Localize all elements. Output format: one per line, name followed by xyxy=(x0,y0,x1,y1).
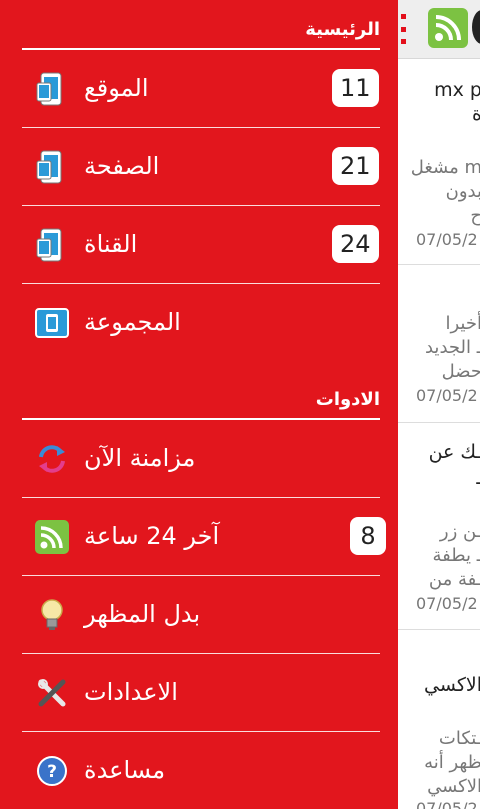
profile-avatar[interactable] xyxy=(472,10,480,44)
drawer-item-label: مزامنة الآن xyxy=(84,440,195,476)
drawer-item-label: آخر 24 ساعة xyxy=(84,518,219,554)
sync-icon xyxy=(32,439,72,479)
article-snippet: الاكسي xyxy=(427,775,480,798)
article-snippet: ح xyxy=(470,204,480,227)
article-title: ـ xyxy=(476,466,480,490)
navigation-drawer: الرئيسية الموقع 11 الصفحة 21 القناة 24 ا… xyxy=(0,0,398,809)
drawer-item-sync-now[interactable]: مزامنة الآن xyxy=(22,420,380,498)
article-snippet: أخيرا xyxy=(446,312,480,335)
unread-count-badge: 24 xyxy=(332,225,379,263)
section-header-main: الرئيسية xyxy=(22,2,380,50)
drawer-item-label: الموقع xyxy=(84,70,149,106)
article-item[interactable]: الاكسي ـتكات ظهر أنه الاكسي 07/05/2 xyxy=(398,629,480,809)
drawer-item-help[interactable]: ? مساعدة xyxy=(22,732,380,810)
svg-text:?: ? xyxy=(47,762,57,782)
drawer-item-group[interactable]: المجموعة xyxy=(22,284,380,362)
drawer-item-change-theme[interactable]: بدل المظهر xyxy=(22,576,380,654)
article-date: 07/05/2 xyxy=(416,799,478,809)
article-snippet: ـتكات xyxy=(439,727,480,750)
lightbulb-icon xyxy=(32,595,72,635)
drawer-item-label: بدل المظهر xyxy=(84,596,200,632)
section-title-main: الرئيسية xyxy=(305,19,380,40)
drawer-item-label: القناة xyxy=(84,226,137,262)
section-header-tools: الادوات xyxy=(22,372,380,420)
drawer-item-label: مساعدة xyxy=(84,752,165,788)
phone-tablet-icon xyxy=(32,225,72,265)
unread-count-badge: 11 xyxy=(332,69,379,107)
article-title: ـك عن xyxy=(429,440,480,464)
article-snippet: حضل xyxy=(442,360,480,383)
article-date: 07/05/2 xyxy=(416,386,478,405)
article-snippet: ـفة من xyxy=(429,568,480,591)
article-date: 07/05/2 xyxy=(416,594,478,613)
article-snippet: ـ الجديد xyxy=(425,336,480,359)
article-date: 07/05/2 xyxy=(416,230,478,249)
tools-icon xyxy=(32,673,72,713)
action-bar xyxy=(398,0,480,59)
article-snippet: m مشغل xyxy=(411,156,480,179)
article-list-pane: mx p ة m مشغل بدون ح 07/05/2 أخيرا ـ الج… xyxy=(398,0,480,809)
section-title-tools: الادوات xyxy=(316,389,380,410)
article-item[interactable]: أخيرا ـ الجديد حضل 07/05/2 xyxy=(398,264,480,423)
drawer-item-settings[interactable]: الاعدادات xyxy=(22,654,380,732)
rss-icon xyxy=(32,517,72,557)
article-title: الاكسي xyxy=(424,673,480,697)
article-snippet: ـ يطفة xyxy=(432,544,480,567)
article-item[interactable]: mx p ة m مشغل بدون ح 07/05/2 xyxy=(398,58,480,265)
article-title: mx p xyxy=(434,78,480,102)
group-tablet-icon xyxy=(32,303,72,343)
article-snippet: بدون xyxy=(446,180,480,203)
article-snippet: ـن زر xyxy=(440,520,480,543)
help-icon: ? xyxy=(32,751,72,791)
drawer-item-last-24h[interactable]: آخر 24 ساعة 8 xyxy=(22,498,380,576)
article-title: ة xyxy=(472,102,480,126)
drawer-item-channel[interactable]: القناة 24 xyxy=(22,206,380,284)
drawer-item-site[interactable]: الموقع 11 xyxy=(22,50,380,128)
unread-count-badge: 21 xyxy=(332,147,379,185)
drawer-item-label: المجموعة xyxy=(84,304,181,340)
article-snippet: ظهر أنه xyxy=(424,751,480,774)
phone-tablet-icon xyxy=(32,69,72,109)
phone-tablet-icon xyxy=(32,147,72,187)
drawer-item-page[interactable]: الصفحة 21 xyxy=(22,128,380,206)
article-item[interactable]: ـك عن ـ ـن زر ـ يطفة ـفة من 07/05/2 xyxy=(398,422,480,630)
unread-count-badge: 8 xyxy=(350,517,386,555)
drawer-item-label: الصفحة xyxy=(84,148,159,184)
rss-app-icon[interactable] xyxy=(428,8,468,48)
overflow-menu-icon[interactable] xyxy=(401,14,407,44)
drawer-item-label: الاعدادات xyxy=(84,674,178,710)
